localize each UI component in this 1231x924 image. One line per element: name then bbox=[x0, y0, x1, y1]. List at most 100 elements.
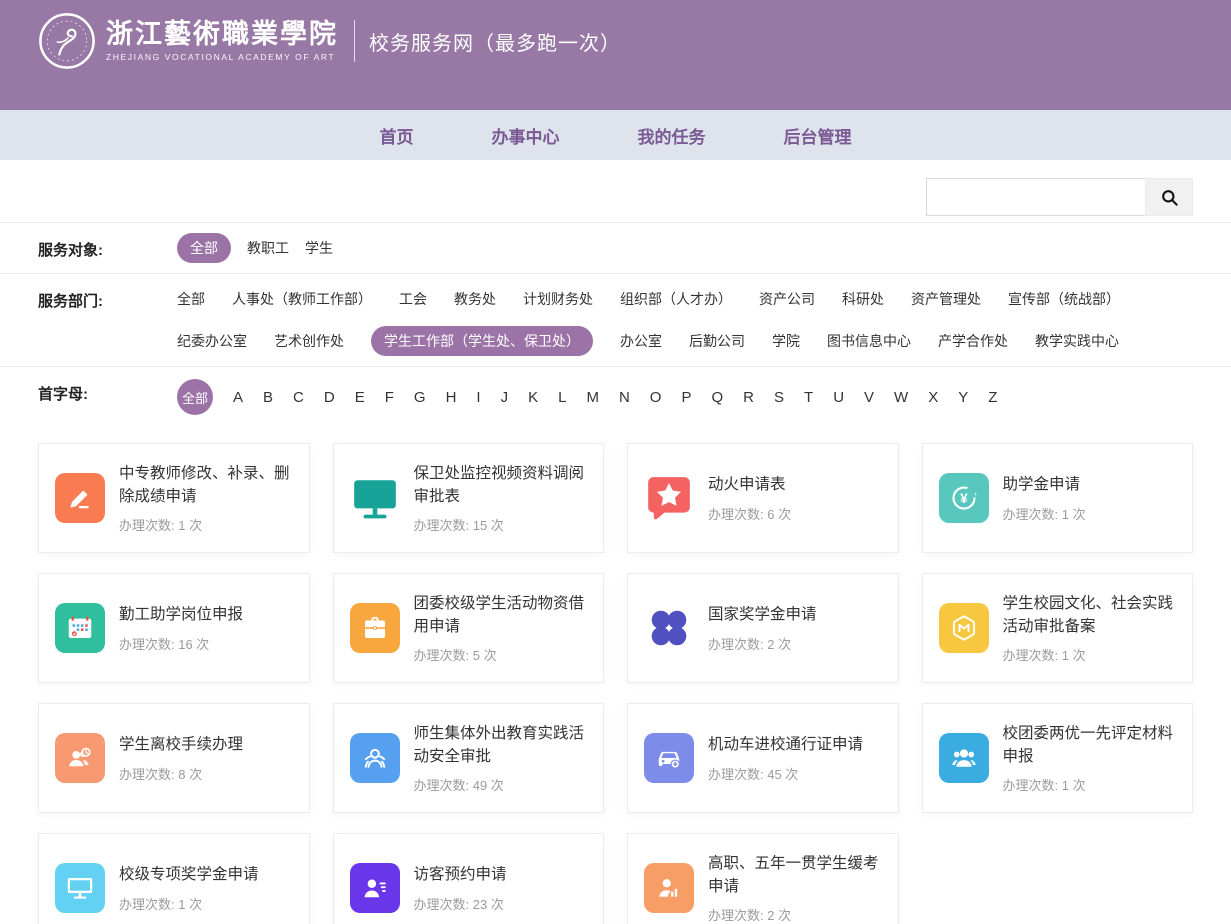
dept-option[interactable]: 资产公司 bbox=[759, 284, 815, 314]
dept-option[interactable]: 计划财务处 bbox=[523, 284, 593, 314]
letter-option[interactable]: W bbox=[894, 389, 908, 406]
monitor-icon bbox=[350, 473, 400, 523]
service-count: 办理次数: 45 次 bbox=[708, 764, 863, 783]
dept-option[interactable]: 教学实践中心 bbox=[1035, 326, 1119, 356]
letter-option[interactable]: Z bbox=[988, 389, 997, 406]
header-divider bbox=[354, 20, 355, 62]
hexagon-emblem-icon bbox=[939, 603, 989, 653]
service-card[interactable]: 勤工助学岗位申报 办理次数: 16 次 bbox=[38, 573, 310, 683]
dept-option[interactable]: 图书信息中心 bbox=[827, 326, 911, 356]
letter-option-all[interactable]: 全部 bbox=[177, 379, 213, 415]
four-dots-icon bbox=[644, 603, 694, 653]
letter-option[interactable]: R bbox=[743, 389, 754, 406]
letter-option[interactable]: K bbox=[528, 389, 538, 406]
dept-option[interactable]: 人事处（教师工作部） bbox=[232, 284, 372, 314]
filter-service-department: 服务部门: 全部 人事处（教师工作部） 工会 教务处 计划财务处 组织部（人才办… bbox=[0, 274, 1231, 367]
service-count: 办理次数: 1 次 bbox=[119, 515, 293, 534]
filter-service-target: 服务对象: 全部 教职工 学生 bbox=[0, 223, 1231, 274]
nav-my-tasks[interactable]: 我的任务 bbox=[638, 123, 706, 148]
dept-option[interactable]: 产学合作处 bbox=[938, 326, 1008, 356]
letter-option[interactable]: S bbox=[774, 389, 784, 406]
service-count: 办理次数: 1 次 bbox=[1003, 645, 1177, 664]
dept-option[interactable]: 全部 bbox=[177, 284, 205, 314]
people-clock-icon bbox=[55, 733, 105, 783]
dept-option[interactable]: 工会 bbox=[399, 284, 427, 314]
letter-option[interactable]: C bbox=[293, 389, 304, 406]
letter-option[interactable]: A bbox=[233, 389, 243, 406]
search-button[interactable] bbox=[1145, 178, 1193, 216]
letter-option[interactable]: L bbox=[558, 389, 566, 406]
service-title: 师生集体外出教育实践活动安全审批 bbox=[414, 722, 588, 769]
letter-option[interactable]: E bbox=[355, 389, 365, 406]
search-input[interactable] bbox=[926, 178, 1145, 216]
service-card[interactable]: 校团委两优一先评定材料申报 办理次数: 1 次 bbox=[922, 703, 1194, 813]
target-option-all[interactable]: 全部 bbox=[177, 233, 231, 263]
person-lines-icon bbox=[350, 863, 400, 913]
service-title: 动火申请表 bbox=[708, 473, 791, 496]
letter-option[interactable]: V bbox=[864, 389, 874, 406]
service-count: 办理次数: 1 次 bbox=[119, 894, 259, 913]
service-card[interactable]: 高职、五年一贯学生缓考申请 办理次数: 2 次 bbox=[627, 833, 899, 924]
calendar-icon bbox=[55, 603, 105, 653]
letter-option[interactable]: U bbox=[833, 389, 844, 406]
letter-option[interactable]: J bbox=[501, 389, 509, 406]
search-icon bbox=[1160, 188, 1179, 207]
letter-option[interactable]: G bbox=[414, 389, 426, 406]
service-card[interactable]: 机动车进校通行证申请 办理次数: 45 次 bbox=[627, 703, 899, 813]
letter-option[interactable]: T bbox=[804, 389, 813, 406]
letter-option[interactable]: H bbox=[446, 389, 457, 406]
filter-initial-letter: 首字母: 全部 A B C D E F G H I J K L M N O P … bbox=[0, 367, 1231, 427]
dept-option[interactable]: 科研处 bbox=[842, 284, 884, 314]
service-card[interactable]: ¥ 助学金申请 办理次数: 1 次 bbox=[922, 443, 1194, 553]
dept-option[interactable]: 办公室 bbox=[620, 326, 662, 356]
school-name-en: ZHEJIANG VOCATIONAL ACADEMY OF ART bbox=[106, 52, 338, 62]
letter-option[interactable]: N bbox=[619, 389, 630, 406]
letter-option[interactable]: P bbox=[681, 389, 691, 406]
school-logo bbox=[38, 12, 96, 70]
service-count: 办理次数: 1 次 bbox=[1003, 775, 1177, 794]
letter-option[interactable]: Q bbox=[711, 389, 723, 406]
letter-option[interactable]: O bbox=[650, 389, 662, 406]
service-card[interactable]: 中专教师修改、补录、删除成绩申请 办理次数: 1 次 bbox=[38, 443, 310, 553]
service-count: 办理次数: 16 次 bbox=[119, 634, 243, 653]
service-title: 团委校级学生活动物资借用申请 bbox=[414, 592, 588, 639]
nav-admin[interactable]: 后台管理 bbox=[784, 123, 852, 148]
dept-option[interactable]: 艺术创作处 bbox=[274, 326, 344, 356]
service-title: 勤工助学岗位申报 bbox=[119, 603, 243, 626]
yuan-refund-icon: ¥ bbox=[939, 473, 989, 523]
letter-option[interactable]: M bbox=[586, 389, 599, 406]
nav-service-center[interactable]: 办事中心 bbox=[492, 123, 560, 148]
dept-option-selected[interactable]: 学生工作部（学生处、保卫处） bbox=[371, 326, 593, 356]
service-card[interactable]: 学生校园文化、社会实践活动审批备案 办理次数: 1 次 bbox=[922, 573, 1194, 683]
service-card[interactable]: 校级专项奖学金申请 办理次数: 1 次 bbox=[38, 833, 310, 924]
letter-option[interactable]: D bbox=[324, 389, 335, 406]
service-title: 中专教师修改、补录、删除成绩申请 bbox=[119, 462, 293, 509]
monitor-white-icon bbox=[55, 863, 105, 913]
dept-option[interactable]: 后勤公司 bbox=[689, 326, 745, 356]
letter-option[interactable]: X bbox=[928, 389, 938, 406]
nav-home[interactable]: 首页 bbox=[380, 123, 414, 148]
dept-option[interactable]: 资产管理处 bbox=[911, 284, 981, 314]
target-option-student[interactable]: 学生 bbox=[305, 233, 333, 263]
letter-option[interactable]: B bbox=[263, 389, 273, 406]
service-card[interactable]: 访客预约申请 办理次数: 23 次 bbox=[333, 833, 605, 924]
service-card[interactable]: 保卫处监控视频资料调阅审批表 办理次数: 15 次 bbox=[333, 443, 605, 553]
letter-option[interactable]: I bbox=[476, 389, 480, 406]
letter-option[interactable]: F bbox=[385, 389, 394, 406]
service-title: 学生校园文化、社会实践活动审批备案 bbox=[1003, 592, 1177, 639]
service-count: 办理次数: 6 次 bbox=[708, 504, 791, 523]
dept-option[interactable]: 学院 bbox=[772, 326, 800, 356]
service-card[interactable]: 师生集体外出教育实践活动安全审批 办理次数: 49 次 bbox=[333, 703, 605, 813]
service-card[interactable]: 学生离校手续办理 办理次数: 8 次 bbox=[38, 703, 310, 813]
target-option-staff[interactable]: 教职工 bbox=[247, 233, 289, 263]
service-card[interactable]: 国家奖学金申请 办理次数: 2 次 bbox=[627, 573, 899, 683]
dept-option[interactable]: 宣传部（统战部） bbox=[1008, 284, 1120, 314]
letter-option[interactable]: Y bbox=[958, 389, 968, 406]
service-card[interactable]: 动火申请表 办理次数: 6 次 bbox=[627, 443, 899, 553]
service-card[interactable]: 团委校级学生活动物资借用申请 办理次数: 5 次 bbox=[333, 573, 605, 683]
dept-option[interactable]: 纪委办公室 bbox=[177, 326, 247, 356]
filter-label-letter: 首字母: bbox=[38, 377, 177, 404]
dept-option[interactable]: 教务处 bbox=[454, 284, 496, 314]
dept-option[interactable]: 组织部（人才办） bbox=[620, 284, 732, 314]
filter-label-target: 服务对象: bbox=[38, 233, 177, 260]
